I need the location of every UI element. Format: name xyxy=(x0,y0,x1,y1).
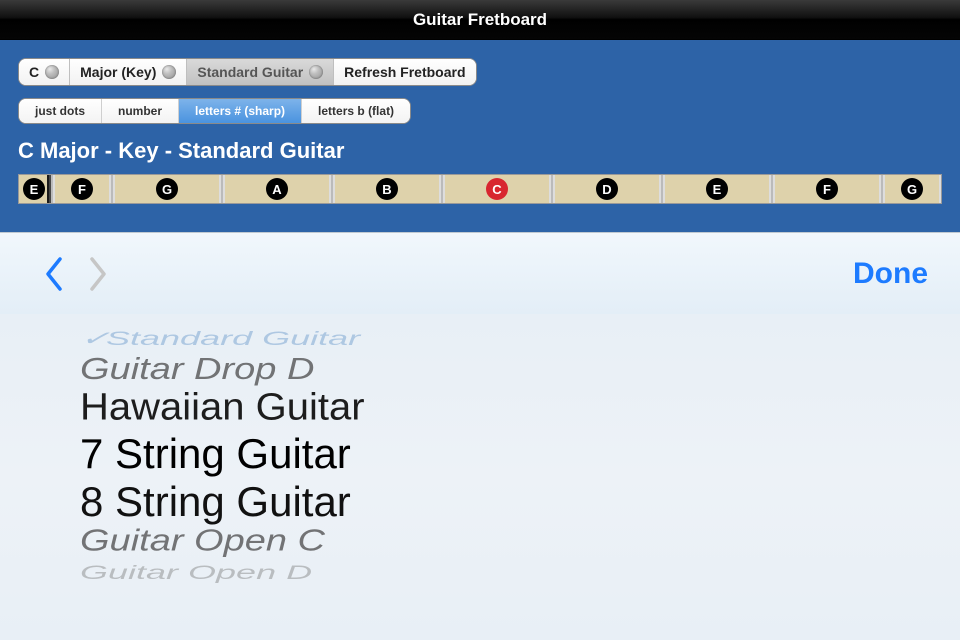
note-dot: A xyxy=(266,178,288,200)
tuning-picker[interactable]: ✓Standard Guitar Guitar Drop D Hawaiian … xyxy=(0,314,960,640)
picker-toolbar: Done xyxy=(0,232,960,314)
root-note-label: C xyxy=(29,64,39,80)
picker-next-button[interactable] xyxy=(76,252,120,296)
mode-label: number xyxy=(118,104,162,118)
fret: G xyxy=(111,175,221,203)
note-dot-root: C xyxy=(486,178,508,200)
note-dot: G xyxy=(901,178,923,200)
app-title: Guitar Fretboard xyxy=(413,10,547,30)
fret: G xyxy=(881,175,941,203)
picker-option[interactable]: 8 String Guitar xyxy=(80,478,365,526)
tuning-label: Standard Guitar xyxy=(197,64,303,80)
mode-label: letters # (sharp) xyxy=(195,104,285,118)
picker-option-selected[interactable]: ✓Standard Guitar xyxy=(80,327,365,350)
note-dot: F xyxy=(816,178,838,200)
picker-option[interactable]: 7 String Guitar xyxy=(80,430,365,478)
dropdown-dot-icon xyxy=(162,65,176,79)
open-string-cell: E xyxy=(19,175,47,203)
refresh-label: Refresh Fretboard xyxy=(344,64,465,80)
fret: A xyxy=(221,175,331,203)
checkmark-icon: ✓ xyxy=(80,327,106,350)
note-dot: G xyxy=(156,178,178,200)
display-mode-toolbar: just dots number letters # (sharp) lette… xyxy=(18,98,411,124)
picker-option[interactable]: Hawaiian Guitar xyxy=(80,386,365,429)
mode-label: just dots xyxy=(35,104,85,118)
chevron-right-icon xyxy=(88,257,108,291)
mode-letters-sharp[interactable]: letters # (sharp) xyxy=(179,99,302,123)
note-dot: D xyxy=(596,178,618,200)
fret: F xyxy=(771,175,881,203)
scale-label: Major (Key) xyxy=(80,64,156,80)
picker-option[interactable]: Guitar Open C xyxy=(80,524,365,558)
selector-toolbar: C Major (Key) Standard Guitar Refresh Fr… xyxy=(18,58,477,86)
note-dot: F xyxy=(71,178,93,200)
titlebar: Guitar Fretboard xyxy=(0,0,960,40)
fret: D xyxy=(551,175,661,203)
mode-letters-flat[interactable]: letters b (flat) xyxy=(302,99,410,123)
refresh-button[interactable]: Refresh Fretboard xyxy=(334,59,475,85)
chevron-left-icon xyxy=(44,257,64,291)
note-dot: E xyxy=(23,178,45,200)
mode-number[interactable]: number xyxy=(102,99,179,123)
note-dot: E xyxy=(706,178,728,200)
picker-option-label: Hawaiian Guitar xyxy=(80,386,365,428)
dropdown-dot-icon xyxy=(309,65,323,79)
root-note-selector[interactable]: C xyxy=(19,59,70,85)
picker-option[interactable]: Guitar Drop D xyxy=(80,353,365,387)
scale-selector[interactable]: Major (Key) xyxy=(70,59,187,85)
picker-wheel-inner: ✓Standard Guitar Guitar Drop D Hawaiian … xyxy=(80,314,365,603)
fret: C xyxy=(441,175,551,203)
picker-option-label: Guitar Drop D xyxy=(80,353,314,387)
done-button[interactable]: Done xyxy=(853,257,928,291)
mode-just-dots[interactable]: just dots xyxy=(19,99,102,123)
picker-option-label: Standard Guitar xyxy=(106,327,360,350)
note-dot: B xyxy=(376,178,398,200)
scale-heading: C Major - Key - Standard Guitar xyxy=(18,138,942,164)
picker-option-label: Guitar Open C xyxy=(80,524,325,558)
fretboard[interactable]: E F G A B C D E F G xyxy=(18,174,942,204)
picker-option-label: 8 String Guitar xyxy=(80,478,351,525)
picker-option-label: Guitar Open D xyxy=(80,561,312,584)
fret: B xyxy=(331,175,441,203)
tuning-selector[interactable]: Standard Guitar xyxy=(187,59,334,85)
mode-label: letters b (flat) xyxy=(318,104,394,118)
dropdown-dot-icon xyxy=(45,65,59,79)
picker-option[interactable]: Guitar Open D xyxy=(80,561,365,584)
picker-option-label: 7 String Guitar xyxy=(80,430,351,477)
picker-prev-button[interactable] xyxy=(32,252,76,296)
fret: F xyxy=(51,175,111,203)
fret: E xyxy=(661,175,771,203)
